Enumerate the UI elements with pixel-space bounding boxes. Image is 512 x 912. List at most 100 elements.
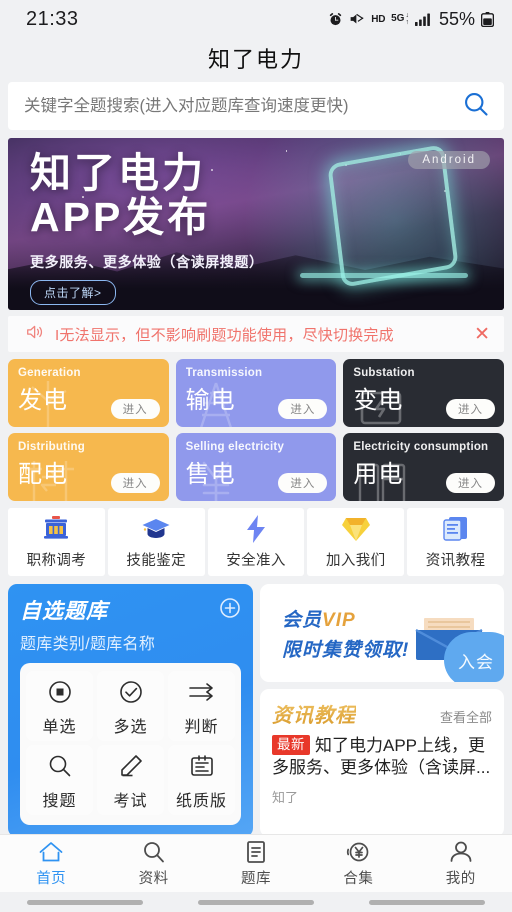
pole-icon: [26, 461, 74, 501]
banner-line1: 知了电力: [30, 150, 206, 196]
news-item[interactable]: 最新 知了电力APP上线，更多服务、更多体验（含读屏...: [272, 735, 492, 780]
category-enter-button[interactable]: 进入: [110, 473, 160, 493]
radio-button-icon: [47, 678, 73, 706]
news-view-all-link[interactable]: 查看全部: [440, 707, 492, 726]
transformer-icon: [361, 391, 402, 425]
search-input[interactable]: [24, 96, 462, 116]
lower-section: 自选题库 题库类别/题库名称 单选 多选 判断 搜题 考试 纸质版 会员VIP …: [8, 584, 504, 834]
vip-text: 会员VIP 限时集赞领取!: [282, 605, 409, 662]
bank-item-label: 搜题: [42, 793, 77, 810]
category-card-selling[interactable]: Selling electricity 售电 进入: [175, 433, 337, 501]
list-document-icon: [247, 840, 265, 863]
page-title-bar: 知了电力: [0, 38, 512, 78]
banner-text: 知了电力 APP发布 更多服务、更多体验（含读屏搜题） 点击了解>: [30, 150, 264, 305]
news-badge: 最新: [272, 735, 310, 755]
category-card-consumption[interactable]: Electricity consumption 用电 进入: [343, 433, 504, 501]
category-en: Distributing: [18, 441, 85, 453]
banner-subtitle: 更多服务、更多体验（含读屏搜题）: [30, 253, 264, 270]
bank-item-judgement[interactable]: 判断: [168, 671, 235, 741]
search-icon: [143, 841, 164, 862]
arrows-icon: [188, 678, 216, 706]
bank-item-single-choice[interactable]: 单选: [26, 671, 93, 741]
bank-item-exam[interactable]: 考试: [97, 745, 164, 815]
category-card-distributing[interactable]: Distributing 配电 进入: [8, 433, 169, 501]
quick-link-label: 职称调考: [26, 552, 87, 569]
5g-icon: 5G ↓ ↑: [391, 12, 409, 26]
nav-home-pill[interactable]: [197, 899, 314, 905]
lightning-bolt-icon: [244, 514, 268, 543]
category-enter-button[interactable]: 进入: [278, 399, 328, 419]
bank-items-grid: 单选 多选 判断 搜题 考试 纸质版: [20, 663, 241, 825]
bank-item-search[interactable]: 搜题: [26, 745, 93, 815]
category-card-generation[interactable]: Generation 发电 进入: [8, 359, 169, 427]
page-title: 知了电力: [207, 47, 304, 72]
vip-line1-cn: 会员: [282, 609, 323, 631]
building-icon: [41, 515, 71, 543]
category-enter-button[interactable]: 进入: [446, 473, 495, 493]
news-author: 知了: [272, 789, 299, 805]
quick-links-row: 职称调考 技能鉴定 安全准入 加入我们 资讯教程: [8, 508, 504, 576]
bank-item-multi-choice[interactable]: 多选: [97, 671, 164, 741]
category-enter-button[interactable]: 进入: [278, 473, 328, 493]
vip-line1: 会员VIP: [282, 605, 409, 632]
vip-promo-card[interactable]: 会员VIP 限时集赞领取! 入会: [260, 584, 504, 682]
quick-link-jiaru[interactable]: 加入我们: [307, 508, 405, 576]
category-card-substation[interactable]: Substation 变电 进入: [343, 359, 504, 427]
status-bar: 21:33 HD 5G ↓ ↑ 55%: [0, 0, 512, 38]
category-enter-button[interactable]: 进入: [110, 399, 160, 419]
category-en: Transmission: [185, 367, 263, 379]
bank-item-label: 单选: [42, 719, 77, 736]
system-nav-bar: [0, 892, 512, 912]
quick-link-anquan[interactable]: 安全准入: [207, 508, 305, 576]
banner-cta-button[interactable]: 点击了解>: [30, 279, 116, 305]
promo-banner[interactable]: 知了电力 APP发布 更多服务、更多体验（含读屏搜题） 点击了解> Androi…: [8, 138, 504, 310]
vip-join-button[interactable]: 入会: [444, 632, 504, 682]
tab-label: 资料: [138, 870, 169, 887]
category-en: Electricity consumption: [353, 441, 489, 453]
quick-link-label: 技能鉴定: [126, 552, 186, 569]
alarm-icon: [328, 12, 343, 27]
mute-icon: [349, 12, 365, 26]
custom-question-bank-card: 自选题库 题库类别/题库名称 单选 多选 判断 搜题 考试 纸质版: [8, 584, 253, 834]
tab-question-bank[interactable]: 题库: [205, 840, 307, 888]
hd-icon: HD: [371, 13, 386, 25]
check-circle-icon: [118, 678, 144, 706]
tab-label: 首页: [36, 870, 67, 887]
quick-link-jineng[interactable]: 技能鉴定: [107, 508, 205, 576]
category-card-transmission[interactable]: Transmission 输电 进入: [175, 359, 337, 427]
bank-subtitle: 题库类别/题库名称: [20, 636, 156, 653]
quick-link-label: 加入我们: [325, 552, 386, 569]
plus-circle-icon[interactable]: [219, 597, 241, 624]
paper-icon: [189, 752, 215, 780]
tab-collection[interactable]: 合集: [307, 840, 409, 888]
graduation-cap-icon: [141, 515, 171, 543]
bank-item-label: 多选: [113, 719, 148, 736]
category-enter-button[interactable]: 进入: [446, 399, 495, 419]
news-header: 资讯教程 查看全部: [272, 699, 492, 728]
search-icon: [47, 752, 73, 780]
nav-recents-pill[interactable]: [368, 899, 485, 905]
tab-label: 合集: [343, 870, 374, 887]
left-column: 自选题库 题库类别/题库名称 单选 多选 判断 搜题 考试 纸质版: [8, 584, 253, 834]
nav-back-pill[interactable]: [27, 899, 144, 905]
tab-profile[interactable]: 我的: [410, 840, 512, 888]
tab-materials[interactable]: 资料: [102, 840, 204, 888]
quick-link-zhicheng[interactable]: 职称调考: [8, 508, 105, 576]
quick-link-label: 安全准入: [226, 552, 286, 569]
close-icon[interactable]: ✕: [474, 325, 494, 344]
battery-icon: [481, 11, 494, 27]
right-column: 会员VIP 限时集赞领取! 入会 资讯教程 查看全部 最新 知了电力APP上线，…: [260, 584, 504, 834]
news-title: 资讯教程: [272, 699, 356, 728]
bank-item-paper[interactable]: 纸质版: [168, 745, 235, 815]
diamond-icon: [341, 515, 371, 543]
notice-bar: I无法显示，但不影响刷题功能使用，尽快切换完成 ✕: [8, 316, 504, 352]
search-bar[interactable]: [8, 82, 504, 130]
speaker-icon: [26, 324, 45, 345]
windmill-icon: [31, 381, 67, 427]
vip-line2: 限时集赞领取!: [282, 639, 410, 661]
vip-line1-en: VIP: [322, 609, 356, 631]
search-icon[interactable]: [462, 90, 490, 123]
tab-home[interactable]: 首页: [0, 840, 102, 888]
quick-link-zixun[interactable]: 资讯教程: [407, 508, 504, 576]
document-icon: [442, 515, 470, 543]
